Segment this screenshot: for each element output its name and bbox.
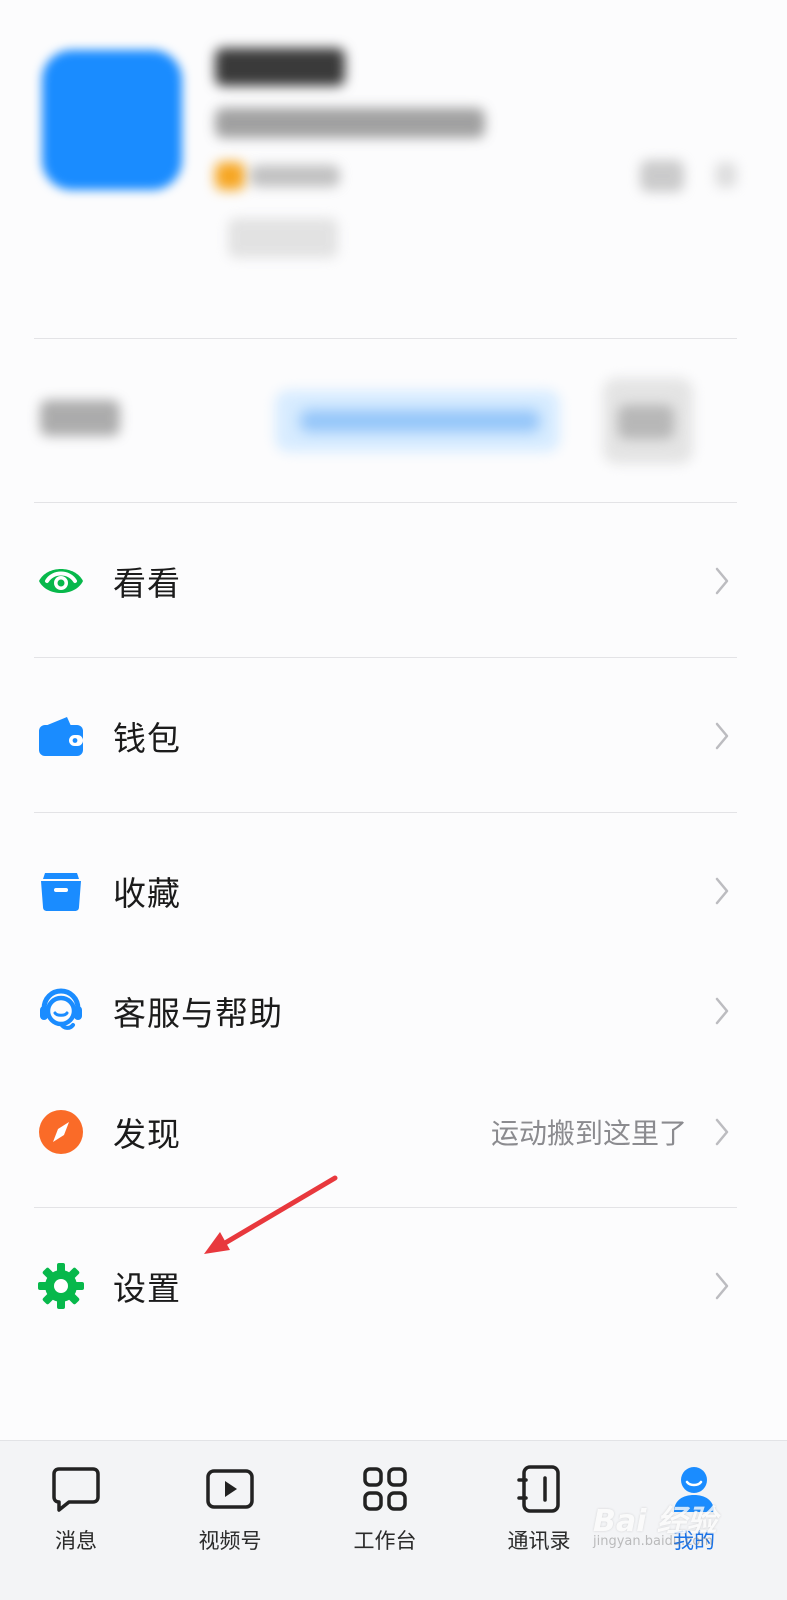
divider	[34, 812, 737, 813]
blurred-status-row[interactable]	[0, 340, 787, 500]
blurred-user-info	[215, 108, 485, 138]
menu-item-label: 钱包	[113, 719, 181, 758]
blurred-user-name	[215, 48, 345, 86]
blurred-status-label	[40, 400, 120, 436]
tab-label: 视频号	[198, 1529, 262, 1553]
blurred-status-box-content	[618, 405, 674, 439]
message-icon	[50, 1463, 102, 1515]
divider	[34, 657, 737, 658]
chevron-right-icon	[711, 718, 733, 754]
blurred-status-banner-text	[300, 410, 540, 432]
grid-icon	[359, 1463, 411, 1515]
compass-icon	[36, 1107, 86, 1157]
headset-icon	[36, 986, 86, 1036]
tab-label: 我的	[673, 1529, 715, 1553]
chevron-right-icon	[711, 563, 733, 599]
tab-workbench[interactable]: 工作台	[330, 1463, 440, 1573]
bottom-tab-bar: 消息 视频号 工作台 通讯录 我的	[0, 1440, 787, 1600]
qr-code-icon[interactable]	[640, 160, 684, 192]
profile-card[interactable]	[0, 0, 787, 300]
menu-item-label: 设置	[113, 1269, 181, 1308]
tab-label: 工作台	[353, 1529, 417, 1553]
gear-icon	[36, 1261, 86, 1311]
person-icon	[668, 1463, 720, 1515]
discover-note: 运动搬到这里了	[490, 1117, 687, 1150]
blurred-badge	[215, 162, 245, 190]
address-book-icon	[513, 1463, 565, 1515]
menu-item-favorites[interactable]: 收藏	[0, 846, 787, 936]
divider	[34, 502, 737, 503]
folder-icon	[36, 866, 86, 916]
menu-item-kankan[interactable]: 看看	[0, 536, 787, 626]
tab-me[interactable]: 我的	[639, 1463, 749, 1573]
tab-label: 消息	[55, 1529, 97, 1553]
divider	[34, 338, 737, 339]
blurred-status-chip[interactable]	[228, 218, 338, 258]
tab-contacts[interactable]: 通讯录	[484, 1463, 594, 1573]
menu-item-label: 客服与帮助	[113, 994, 283, 1033]
tab-messages[interactable]: 消息	[21, 1463, 131, 1573]
menu-item-label: 看看	[113, 564, 181, 603]
chevron-right-icon	[711, 993, 733, 1029]
menu-item-label: 收藏	[113, 874, 181, 913]
profile-chevron-icon[interactable]	[715, 162, 737, 188]
chevron-right-icon	[711, 1114, 733, 1150]
tab-channels[interactable]: 视频号	[175, 1463, 285, 1573]
menu-item-support[interactable]: 客服与帮助	[0, 966, 787, 1056]
divider	[34, 1207, 737, 1208]
me-page: 看看 钱包 收藏 客服与帮助 发现 运动搬到这里了 设置 消息 视频号 工作台 …	[0, 0, 787, 1600]
wallet-icon	[36, 711, 86, 761]
chevron-right-icon	[711, 873, 733, 909]
video-play-icon	[204, 1463, 256, 1515]
blurred-badge-text	[250, 165, 340, 187]
menu-item-discover[interactable]: 发现 运动搬到这里了	[0, 1087, 787, 1177]
eye-icon	[36, 556, 86, 606]
chevron-right-icon	[711, 1268, 733, 1304]
tab-label: 通讯录	[507, 1529, 571, 1553]
menu-item-label: 发现	[113, 1115, 181, 1154]
menu-item-wallet[interactable]: 钱包	[0, 691, 787, 781]
menu-item-settings[interactable]: 设置	[0, 1241, 787, 1331]
avatar[interactable]	[42, 50, 182, 190]
